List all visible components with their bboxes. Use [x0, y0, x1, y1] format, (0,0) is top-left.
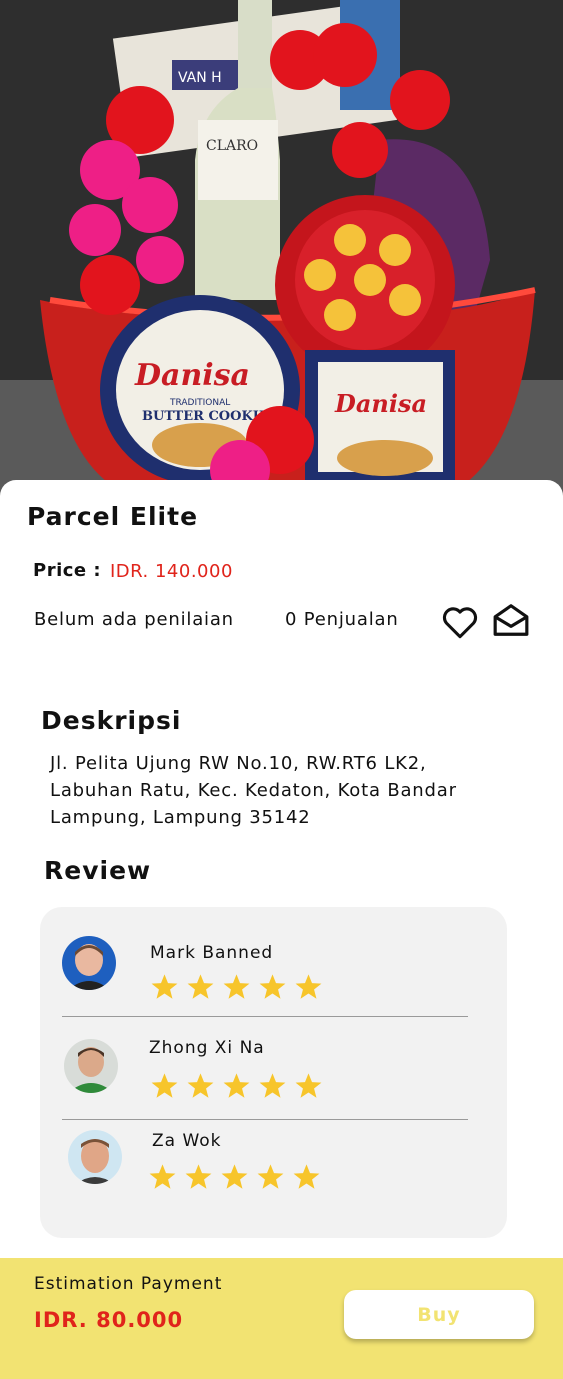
- reviewer-name: Mark Banned: [150, 943, 274, 963]
- star-icon: [221, 1164, 248, 1189]
- estimated-total: IDR. 80.000: [34, 1308, 184, 1332]
- sales-count: 0 Penjualan: [285, 609, 399, 630]
- avatar: [62, 936, 116, 990]
- review-list: Mark Banned Zhong Xi Na Za Wok: [40, 907, 507, 1238]
- star-icon: [151, 1073, 178, 1098]
- review-divider: [62, 1119, 468, 1120]
- description-line: Jl. Pelita Ujung RW No.10, RW.RT6 LK2,: [50, 753, 427, 774]
- heart-icon: [442, 607, 478, 639]
- star-icon: [257, 1164, 284, 1189]
- star-icon: [185, 1164, 212, 1189]
- review-divider: [62, 1016, 468, 1017]
- star-rating: [150, 973, 323, 1001]
- price-label: Price :: [33, 560, 102, 581]
- image-tin-line1: TRADITIONAL: [169, 398, 230, 408]
- star-icon: [223, 1073, 250, 1098]
- image-wine-brand: CLARO: [206, 138, 258, 154]
- estimation-label: Estimation Payment: [34, 1274, 223, 1294]
- star-icon: [295, 1073, 322, 1098]
- price-value: IDR. 140.000: [110, 561, 233, 582]
- message-button[interactable]: [491, 600, 531, 640]
- image-tin-brand: Danisa: [134, 358, 250, 393]
- favorite-button[interactable]: [440, 602, 480, 642]
- reviewer-name: Zhong Xi Na: [149, 1038, 265, 1058]
- star-icon: [187, 974, 214, 999]
- review-heading: Review: [44, 856, 152, 885]
- rating-status: Belum ada penilaian: [34, 609, 234, 630]
- avatar: [64, 1039, 118, 1093]
- star-rating: [148, 1163, 321, 1191]
- buy-button[interactable]: Buy: [344, 1290, 534, 1339]
- description-line: Lampung, Lampung 35142: [50, 807, 311, 828]
- star-icon: [259, 1073, 286, 1098]
- svg-text:Danisa: Danisa: [334, 389, 427, 418]
- image-box-brand: VAN H: [178, 70, 222, 86]
- product-title: Parcel Elite: [27, 502, 199, 531]
- star-icon: [149, 1164, 176, 1189]
- product-image: VAN H CLARO Danisa TRADITIONAL BUTTER CO…: [0, 0, 563, 500]
- star-icon: [295, 974, 322, 999]
- star-icon: [223, 974, 250, 999]
- mail-icon: [493, 604, 529, 636]
- star-icon: [293, 1164, 320, 1189]
- star-icon: [151, 974, 178, 999]
- avatar: [68, 1130, 122, 1184]
- description-text: Jl. Pelita Ujung RW No.10, RW.RT6 LK2, L…: [50, 750, 520, 831]
- description-line: Labuhan Ratu, Kec. Kedaton, Kota Bandar: [50, 780, 457, 801]
- reviewer-name: Za Wok: [152, 1131, 222, 1151]
- star-icon: [187, 1073, 214, 1098]
- description-heading: Deskripsi: [41, 706, 182, 735]
- star-rating: [150, 1072, 323, 1100]
- star-icon: [259, 974, 286, 999]
